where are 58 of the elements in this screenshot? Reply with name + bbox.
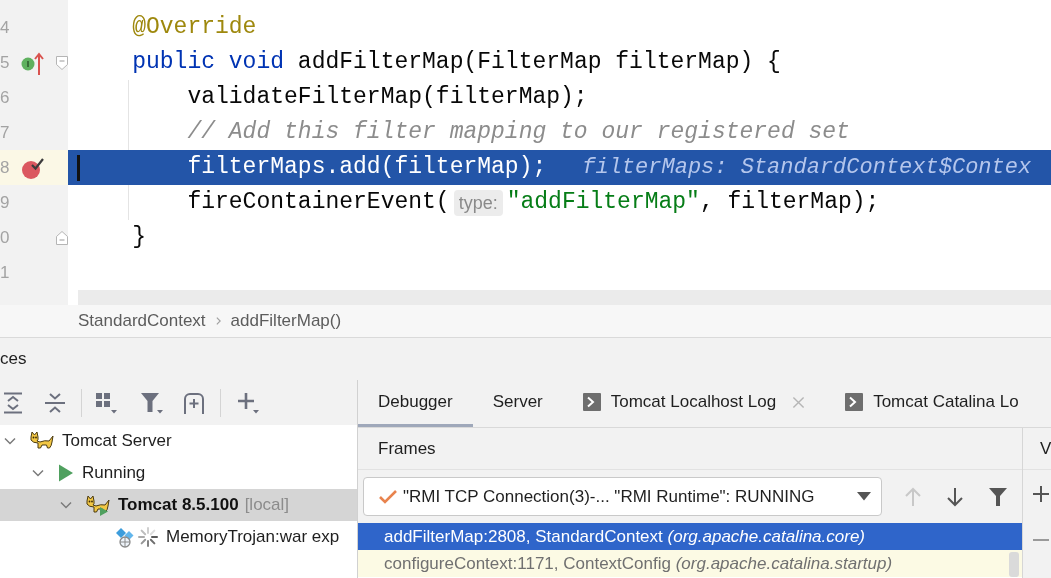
tree-item[interactable]: Tomcat 8.5.100 [local] xyxy=(0,489,357,521)
expand-all-icon[interactable] xyxy=(1,390,25,415)
code-text: validateFilterMap(filterMap); xyxy=(187,83,588,113)
code-text: filterMaps.add(filterMap); xyxy=(187,153,547,183)
caret-icon xyxy=(857,492,871,501)
text-cursor xyxy=(77,155,80,181)
line-number: 0 xyxy=(0,229,11,246)
arrow-down-icon[interactable] xyxy=(946,486,964,507)
tab[interactable]: Tomcat Catalina Lo xyxy=(825,380,1019,427)
console-icon xyxy=(582,393,601,411)
close-icon[interactable] xyxy=(792,395,806,409)
fold-icon[interactable] xyxy=(56,55,68,70)
play-icon xyxy=(58,464,74,482)
console-icon xyxy=(845,393,864,411)
line-number: 9 xyxy=(0,194,11,211)
code-text: fireContainerEvent( xyxy=(187,188,450,218)
diamond-globe-icon xyxy=(114,526,136,548)
frame-item[interactable]: addFilterMap:2808, StandardContext (org.apache.catalina.core) xyxy=(358,523,1022,550)
frames-title: Frames xyxy=(378,437,436,460)
tree-item[interactable]: MemoryTrojan:war exp xyxy=(0,521,357,553)
plus-icon[interactable] xyxy=(1032,485,1050,503)
code-text: // Add this filter mapping to our registered set xyxy=(187,118,850,148)
code-text: "addFilterMap", filterMap); xyxy=(506,188,880,218)
grid-icon[interactable] xyxy=(94,390,118,415)
fold-icon[interactable] xyxy=(56,230,68,245)
parameter-hint: type: xyxy=(453,189,503,216)
inline-value-hint: filterMaps: StandardContext$Contex xyxy=(582,154,1032,182)
plus-frame-icon[interactable] xyxy=(182,390,206,415)
breadcrumb-item[interactable]: StandardContext xyxy=(78,308,206,334)
tab[interactable]: Tomcat Localhost Log xyxy=(562,380,826,427)
thread-dropdown[interactable]: "RMI TCP Connection(3)-... "RMI Runtime": RUNNING xyxy=(363,477,882,516)
cat-play-icon xyxy=(86,494,110,516)
tab[interactable]: Server xyxy=(472,380,563,427)
implements-marker-icon[interactable] xyxy=(20,50,44,75)
filter-icon[interactable] xyxy=(988,486,1008,507)
cat-icon xyxy=(30,430,54,452)
code-text: } xyxy=(132,223,146,253)
line-number: 1 xyxy=(0,264,11,281)
filter-icon[interactable] xyxy=(140,390,164,415)
scrollbar-thumb[interactable] xyxy=(1009,552,1019,577)
check-icon xyxy=(378,488,398,505)
variables-title: V xyxy=(1040,437,1051,460)
plus-icon[interactable] xyxy=(236,390,260,415)
collapse-all-icon[interactable] xyxy=(43,390,67,415)
line-number: 6 xyxy=(0,89,11,106)
tree-item[interactable]: Running xyxy=(0,457,357,489)
panel-title: ces xyxy=(0,348,27,371)
breadcrumb-item[interactable]: addFilterMap() xyxy=(230,308,342,334)
tree-item[interactable]: Tomcat Server xyxy=(0,425,357,457)
chevron-icon xyxy=(214,316,222,326)
tab[interactable]: Debugger xyxy=(358,380,473,427)
frame-item[interactable]: configureContext:1171, ContextConfig (org.apache.catalina.startup) xyxy=(358,550,1022,577)
code-text: @Override xyxy=(132,13,257,43)
line-number: 8 xyxy=(0,159,11,176)
line-number: 5 xyxy=(0,54,11,71)
code-text: public void addFilterMap(FilterMap filterMap) { xyxy=(132,48,781,78)
line-number: 4 xyxy=(0,19,11,36)
line-number: 7 xyxy=(0,124,11,141)
